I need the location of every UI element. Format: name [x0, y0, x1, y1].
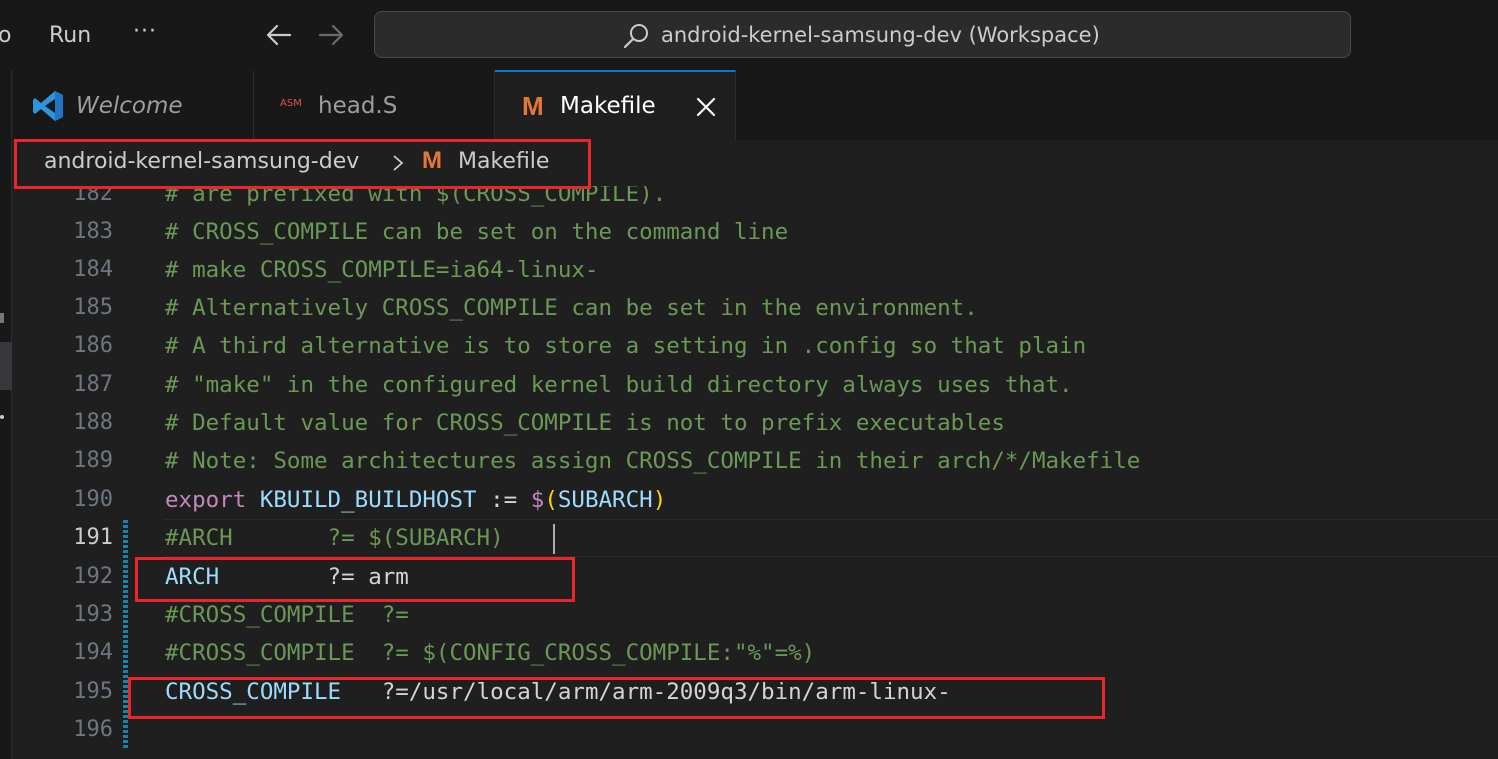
- code-line: 184 # make CROSS_COMPILE=ia64-linux-: [13, 251, 1498, 289]
- line-number: 189: [73, 448, 113, 473]
- tab-welcome[interactable]: Welcome: [13, 70, 254, 140]
- code-editor[interactable]: 182 # are prefixed with $(CROSS_COMPILE)…: [13, 186, 1498, 759]
- text-cursor: [553, 524, 555, 554]
- code-text: #ARCH ?= $(SUBARCH): [165, 525, 504, 551]
- line-number: 182: [73, 186, 113, 206]
- line-number: 184: [73, 257, 113, 282]
- highlight-box-breadcrumb: [14, 139, 591, 189]
- activity-bar-edge: [0, 70, 12, 759]
- line-number: 196: [73, 717, 113, 742]
- activity-bar-indicator: [0, 313, 4, 323]
- line-number: 188: [73, 410, 113, 435]
- code-line: 183 # CROSS_COMPILE can be set on the co…: [13, 213, 1498, 251]
- code-line: 186 # A third alternative is to store a …: [13, 327, 1498, 365]
- tab-label: Makefile: [560, 93, 656, 119]
- close-icon[interactable]: [694, 95, 718, 119]
- command-center-search[interactable]: android-kernel-samsung-dev (Workspace): [374, 11, 1351, 58]
- line-number: 187: [73, 372, 113, 397]
- title-bar: o Run ··· android-kernel-samsung-dev (Wo…: [0, 0, 1498, 70]
- code-line-active: 191 #ARCH ?= $(SUBARCH): [13, 519, 1498, 557]
- code-text: # Note: Some architectures assign CROSS_…: [165, 448, 1141, 474]
- vscode-icon: [33, 91, 63, 121]
- code-text: # make CROSS_COMPILE=ia64-linux-: [165, 257, 599, 283]
- tab-makefile[interactable]: M Makefile: [495, 70, 736, 140]
- line-number: 186: [73, 333, 113, 358]
- line-number: 183: [73, 219, 113, 244]
- code-text: export KBUILD_BUILDHOST := $(SUBARCH): [165, 481, 666, 519]
- variable-token: SUBARCH: [557, 487, 653, 513]
- editor-tab-bar: Welcome ASM head.S M Makefile: [13, 70, 1498, 140]
- line-number: 195: [73, 679, 113, 704]
- code-line: 182 # are prefixed with $(CROSS_COMPILE)…: [13, 186, 1498, 213]
- line-number: 185: [73, 295, 113, 320]
- menu-more-button[interactable]: ···: [133, 16, 157, 48]
- forward-arrow-icon[interactable]: [316, 20, 346, 50]
- search-icon: [623, 24, 648, 49]
- code-line: 185 # Alternatively CROSS_COMPILE can be…: [13, 289, 1498, 327]
- command-center-label: android-kernel-samsung-dev (Workspace): [661, 23, 1100, 47]
- asm-file-icon: ASM: [280, 98, 302, 109]
- line-number: 194: [73, 640, 113, 665]
- highlight-box-cross-compile-line: [128, 677, 1105, 719]
- code-line: 188 # Default value for CROSS_COMPILE is…: [13, 404, 1498, 442]
- keyword-token: export: [165, 487, 247, 513]
- line-number: 193: [73, 602, 113, 627]
- back-arrow-icon[interactable]: [264, 20, 294, 50]
- code-text: # "make" in the configured kernel build …: [165, 372, 1073, 398]
- paren-token: ): [652, 487, 667, 513]
- tab-head-s[interactable]: ASM head.S: [254, 70, 495, 140]
- code-line: 190 export KBUILD_BUILDHOST := $(SUBARCH…: [13, 481, 1498, 519]
- makefile-icon: M: [522, 91, 544, 121]
- code-line: 187 # "make" in the configured kernel bu…: [13, 366, 1498, 404]
- tab-label: head.S: [318, 93, 398, 119]
- tab-label: Welcome: [76, 93, 183, 119]
- code-text: # CROSS_COMPILE can be set on the comman…: [165, 219, 789, 245]
- activity-bar-selected-item[interactable]: [0, 342, 12, 390]
- menu-item-go[interactable]: o: [0, 20, 11, 52]
- paren-token: (: [544, 487, 558, 513]
- code-text: # Alternatively CROSS_COMPILE can be set…: [165, 295, 978, 321]
- line-number: 191: [73, 525, 113, 550]
- code-line: 194 #CROSS_COMPILE ?= $(CONFIG_CROSS_COM…: [13, 634, 1498, 672]
- code-line: 189 # Note: Some architectures assign CR…: [13, 442, 1498, 480]
- operator-token: :=: [490, 487, 518, 513]
- menu-item-run[interactable]: Run: [49, 20, 91, 52]
- variable-token: KBUILD_BUILDHOST: [259, 487, 477, 513]
- activity-bar-dot: [0, 415, 4, 419]
- highlight-box-arch-line: [135, 557, 575, 602]
- line-number: 192: [73, 564, 113, 589]
- dollar-token: $: [530, 487, 545, 513]
- code-text: #CROSS_COMPILE ?= $(CONFIG_CROSS_COMPILE…: [165, 640, 816, 666]
- code-text: # are prefixed with $(CROSS_COMPILE).: [165, 186, 667, 207]
- code-text: # Default value for CROSS_COMPILE is not…: [165, 410, 1005, 436]
- line-number: 190: [73, 487, 113, 512]
- code-text: # A third alternative is to store a sett…: [165, 333, 1087, 359]
